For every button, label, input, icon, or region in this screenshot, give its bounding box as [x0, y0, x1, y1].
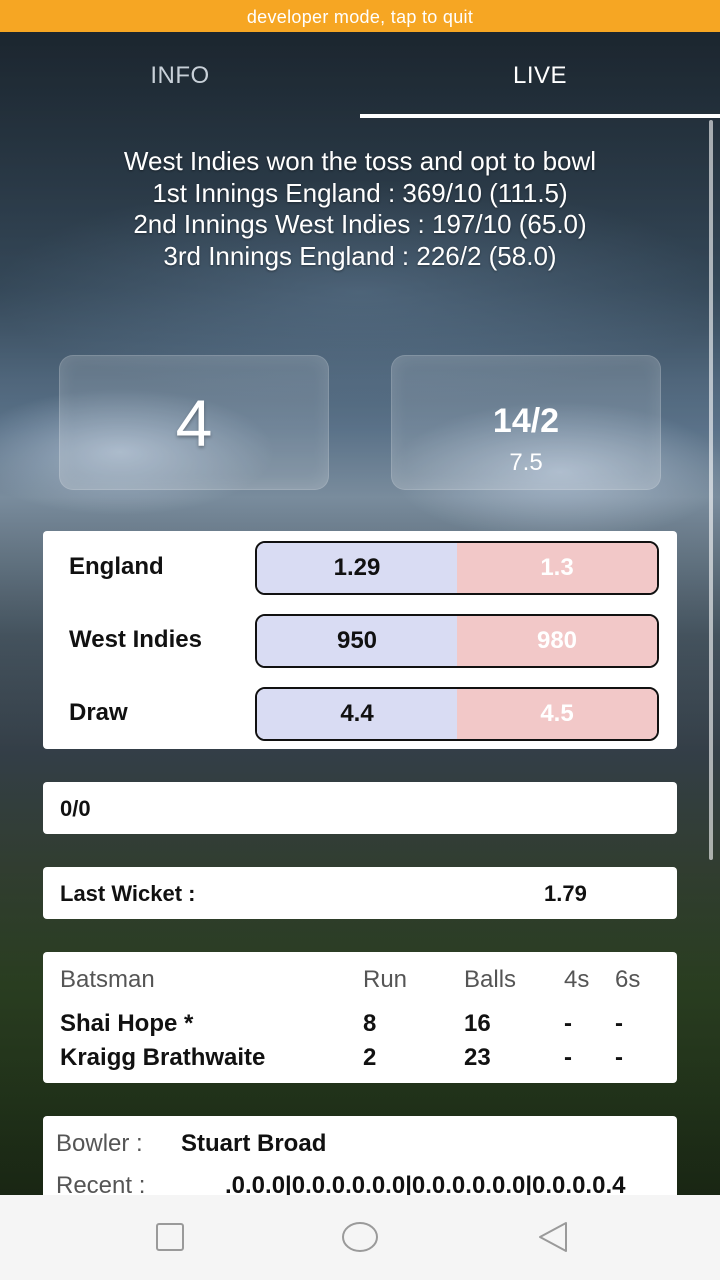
tab-live[interactable]: LIVE — [360, 32, 720, 118]
batsman-fours: - — [564, 1010, 572, 1037]
last-wicket-label: Last Wicket : — [60, 881, 196, 906]
lay-odds-button[interactable]: 4.5 — [457, 689, 657, 739]
home-button[interactable] — [330, 1215, 390, 1259]
batsman-balls: 23 — [464, 1044, 491, 1071]
odds-pill: 1.29 1.3 — [255, 541, 659, 595]
current-score: 14/2 — [492, 402, 560, 440]
innings-line: 1st Innings England : 369/10 (111.5) — [152, 177, 568, 208]
bowler-label: Bowler : — [56, 1130, 143, 1157]
odds-pill: 4.4 4.5 — [255, 687, 659, 741]
system-navigation-bar — [0, 1195, 720, 1280]
lay-odds-button[interactable]: 1.3 — [457, 543, 657, 593]
current-score-box: 14/2 7.5 — [391, 355, 661, 490]
odds-team-name: Draw — [69, 699, 128, 726]
back-button[interactable] — [523, 1215, 583, 1259]
toss-result: West Indies won the toss and opt to bowl — [123, 146, 597, 176]
developer-mode-banner[interactable]: developer mode, tap to quit — [0, 0, 720, 32]
odds-team-name: West Indies — [69, 626, 202, 653]
innings-line: 2nd Innings West Indies : 197/10 (65.0) — [133, 209, 587, 239]
tab-bar: INFO LIVE — [0, 32, 720, 118]
recent-apps-icon — [156, 1223, 184, 1251]
run-header: Run — [363, 966, 408, 993]
home-icon — [342, 1222, 378, 1252]
last-wicket-value: 1.79 — [544, 881, 587, 906]
batsman-sixes: - — [615, 1044, 623, 1071]
odds-row: West Indies 950 980 — [43, 612, 677, 668]
back-odds-button[interactable]: 950 — [257, 616, 457, 666]
batsman-balls: 16 — [464, 1010, 491, 1037]
batsman-sixes: - — [615, 1010, 623, 1037]
tab-info[interactable]: INFO — [0, 32, 360, 118]
innings-line: 3rd Innings England : 226/2 (58.0) — [163, 240, 557, 271]
bowling-card: Bowler : Stuart Broad Recent : .0.0.0|0.… — [43, 1116, 677, 1206]
fours-header: 4s — [564, 966, 590, 993]
current-overs: 7.5 — [509, 449, 543, 476]
back-icon — [539, 1222, 567, 1252]
back-odds-button[interactable]: 4.4 — [257, 689, 457, 739]
batsman-header: Batsman — [60, 966, 155, 993]
back-odds-button[interactable]: 1.29 — [257, 543, 457, 593]
status-card: 0/0 — [43, 782, 677, 834]
batsman-fours: - — [564, 1044, 572, 1071]
batting-card: Batsman Run Balls 4s 6s Shai Hope * 8 16… — [43, 952, 677, 1083]
active-tab-indicator — [360, 114, 720, 118]
odds-row: England 1.29 1.3 — [43, 539, 677, 595]
odds-pill: 950 980 — [255, 614, 659, 668]
batsman-runs: 2 — [363, 1044, 377, 1071]
last-ball-box: 4 — [59, 355, 329, 490]
bowler-name: Stuart Broad — [181, 1130, 327, 1157]
lay-odds-button[interactable]: 980 — [457, 616, 657, 666]
odds-team-name: England — [69, 553, 164, 580]
balls-header: Balls — [464, 966, 517, 993]
status-text: 0/0 — [60, 796, 91, 821]
batsman-runs: 8 — [363, 1010, 377, 1037]
last-wicket-card: Last Wicket : 1.79 — [43, 867, 677, 919]
odds-row: Draw 4.4 4.5 — [43, 685, 677, 741]
odds-card: England 1.29 1.3 West Indies 950 980 Dra… — [43, 531, 677, 749]
last-ball-run: 4 — [175, 386, 213, 460]
batsman-name: Kraigg Brathwaite — [60, 1044, 266, 1071]
batsman-name: Shai Hope * — [60, 1010, 194, 1037]
sixes-header: 6s — [615, 966, 641, 993]
match-summary: West Indies won the toss and opt to bowl… — [0, 146, 720, 272]
recent-apps-button[interactable] — [140, 1215, 200, 1259]
